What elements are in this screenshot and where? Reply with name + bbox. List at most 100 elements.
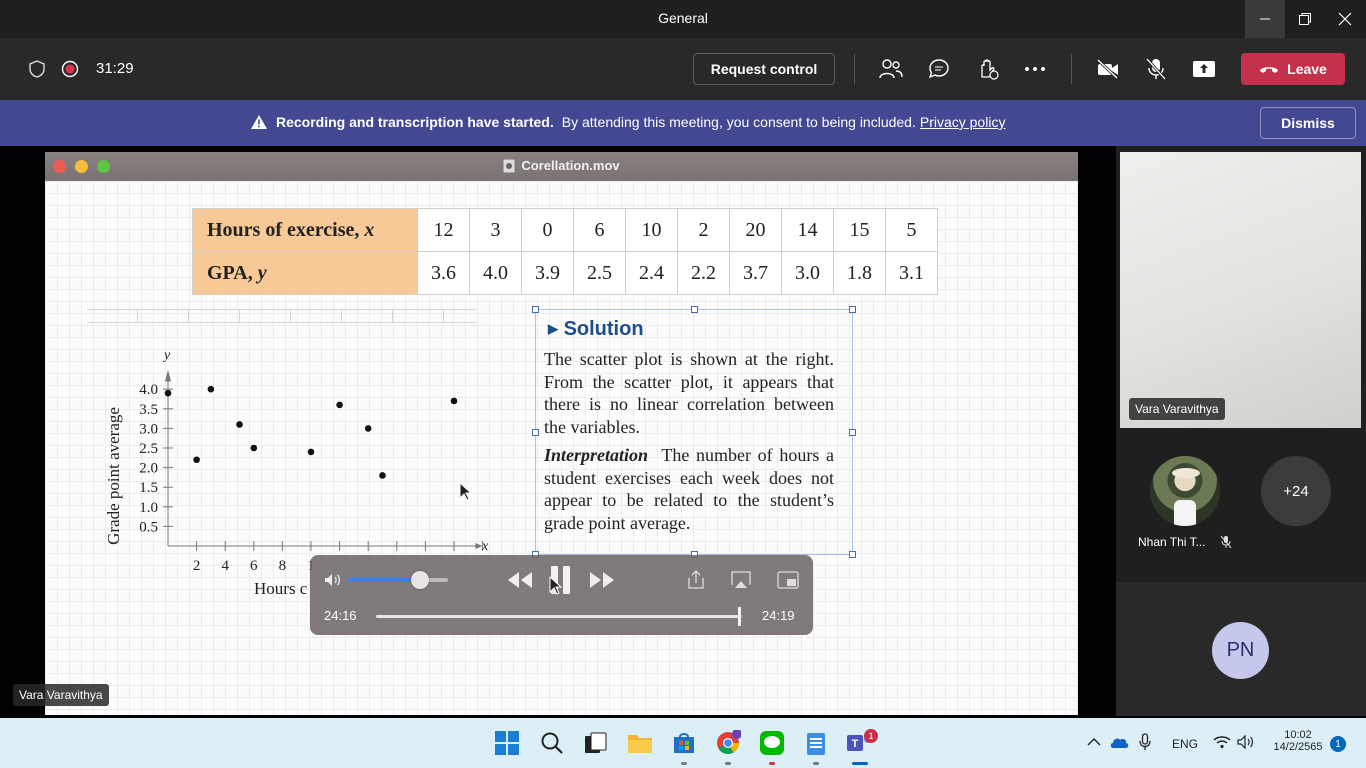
picture-in-picture-icon[interactable] (777, 571, 799, 589)
volume-icon[interactable] (324, 573, 342, 587)
window-title: General (658, 10, 708, 26)
y-axis-letter: y (162, 348, 171, 363)
plot-axes (165, 369, 483, 549)
speaker-icon[interactable] (1237, 735, 1255, 749)
recording-icon (58, 57, 82, 81)
start-button[interactable] (492, 728, 522, 758)
y-axis-label: Grade point average (104, 407, 123, 545)
chevron-up-icon[interactable] (1087, 737, 1101, 747)
search-button[interactable] (537, 728, 567, 758)
progress-bar[interactable] (376, 607, 743, 626)
y-tick-label: 0.5 (139, 519, 158, 535)
table-cell: 1.8 (833, 251, 886, 295)
video-filename: Corellation.mov (521, 158, 620, 173)
data-point (250, 444, 258, 452)
hat-shape (1172, 468, 1200, 478)
resize-handle[interactable] (691, 306, 698, 313)
line-app-button[interactable] (757, 728, 787, 758)
y-tick-label: 4.0 (139, 382, 158, 398)
toolbar-divider (854, 54, 855, 84)
mic-off-icon[interactable] (1144, 57, 1168, 81)
data-point (450, 397, 458, 405)
reactions-icon[interactable] (975, 57, 999, 81)
table-cell: 3.1 (885, 251, 938, 295)
self-avatar[interactable]: PN (1212, 622, 1269, 679)
more-participants-button[interactable]: +24 (1261, 456, 1331, 526)
share-screen-icon[interactable] (1192, 57, 1216, 81)
wifi-icon[interactable] (1213, 735, 1231, 749)
participant-video-tile[interactable]: Vara Varavithya (1120, 152, 1361, 428)
teams-badge: 1 (864, 729, 878, 743)
resize-handle[interactable] (849, 551, 856, 558)
table-cell: 3.9 (521, 251, 574, 295)
solution-box[interactable]: ▶ Solution The scatter plot is shown at … (532, 306, 856, 558)
data-points (164, 385, 458, 479)
resize-handle[interactable] (849, 306, 856, 313)
clock[interactable]: 10:02 14/2/2565 (1268, 729, 1328, 753)
privacy-policy-link[interactable]: Privacy policy (920, 114, 1006, 130)
table-cell: 2.2 (677, 251, 730, 295)
request-control-button[interactable]: Request control (693, 53, 835, 85)
task-view-button[interactable] (581, 728, 611, 758)
dismiss-button[interactable]: Dismiss (1260, 107, 1356, 139)
triangle-right-icon: ▶ (548, 321, 558, 336)
y-tick-label: 2.5 (139, 441, 158, 457)
windows-taskbar: T 1 ENG 10:02 14/2/2565 1 (0, 718, 1366, 768)
minimize-icon (1260, 18, 1270, 20)
table-cell: 2.4 (625, 251, 678, 295)
resize-handle[interactable] (849, 429, 856, 436)
table-cell: 3.0 (781, 251, 834, 295)
self-view-area: PN (1116, 582, 1366, 716)
line-chat-icon (760, 731, 784, 755)
airplay-icon[interactable] (731, 571, 751, 589)
microphone-icon[interactable] (1139, 733, 1151, 751)
share-icon[interactable] (687, 570, 705, 590)
chrome-button[interactable] (713, 728, 743, 758)
x-tick-label: 6 (250, 558, 258, 574)
participants-panel: Vara Varavithya Nhan Thi T... +24 PN (1116, 146, 1366, 716)
table-row-header: Hours of exercise, x (192, 208, 418, 252)
presenter-name-tag: Vara Varavithya (13, 684, 109, 706)
y-axis-arrow (165, 369, 171, 382)
more-options-icon[interactable] (1023, 57, 1047, 81)
close-icon (1338, 12, 1352, 26)
ruler-strip (87, 309, 476, 323)
windows-logo-icon (495, 731, 519, 755)
table-cell: 5 (885, 208, 938, 252)
progress-fill (376, 615, 740, 618)
chat-icon[interactable] (927, 57, 951, 81)
task-view-icon (585, 732, 607, 753)
notepad-button[interactable] (801, 728, 831, 758)
restore-button[interactable] (1285, 0, 1325, 38)
volume-slider[interactable] (348, 571, 448, 589)
file-explorer-button[interactable] (625, 728, 655, 758)
svg-text:T: T (852, 738, 859, 750)
minimize-button[interactable] (1245, 0, 1285, 38)
data-point (379, 472, 386, 479)
notification-badge[interactable]: 1 (1330, 736, 1346, 752)
y-tick-label: 3.0 (139, 421, 158, 437)
data-point (364, 425, 372, 432)
camera-off-icon[interactable] (1096, 57, 1120, 81)
warning-icon (251, 115, 267, 129)
x-axis-label: Hours c (254, 579, 308, 598)
close-window-button[interactable] (1325, 0, 1365, 38)
onedrive-cloud-icon[interactable] (1109, 735, 1129, 749)
y-tick-label: 1.0 (139, 500, 158, 516)
resize-handle[interactable] (532, 429, 539, 436)
volume-knob[interactable] (411, 571, 429, 589)
current-time: 24:16 (324, 608, 357, 623)
store-button[interactable] (669, 728, 699, 758)
resize-handle[interactable] (532, 306, 539, 313)
playhead[interactable] (738, 607, 742, 626)
leave-button[interactable]: Leave (1241, 53, 1345, 85)
table-row-header: GPA, y (192, 251, 418, 295)
rewind-icon[interactable] (507, 571, 533, 589)
shield-icon (25, 57, 49, 81)
table-cell: 2.5 (573, 251, 626, 295)
search-icon (541, 732, 563, 754)
people-icon[interactable] (879, 57, 903, 81)
participant-avatar-photo[interactable] (1150, 456, 1220, 526)
fast-forward-icon[interactable] (589, 571, 615, 589)
input-language[interactable]: ENG (1172, 737, 1198, 751)
